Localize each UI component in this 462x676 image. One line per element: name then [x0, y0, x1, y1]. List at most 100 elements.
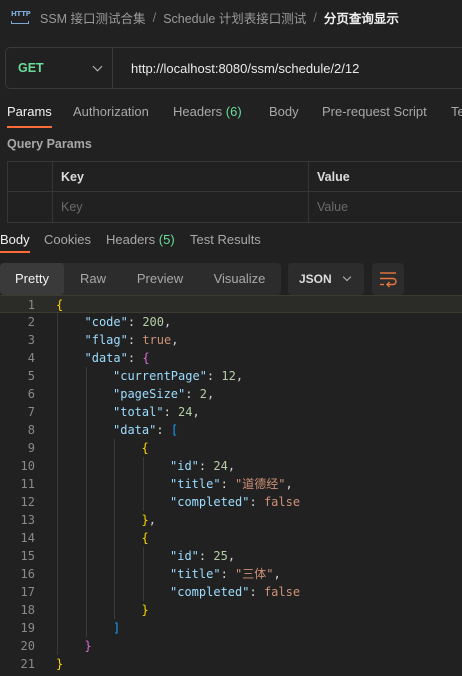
code-text: } — [56, 657, 64, 671]
query-params-table: Key Value Key Value — [7, 161, 462, 223]
code-line: 1{ — [0, 295, 462, 313]
line-number: 18 — [20, 603, 35, 617]
query-params-heading: Query Params — [7, 137, 92, 151]
code-line: 8 "data": [ — [0, 421, 462, 439]
code-line: 17 "completed": false — [0, 583, 462, 601]
line-number: 16 — [20, 567, 35, 581]
line-number: 4 — [27, 351, 35, 365]
request-tabs: Params Authorization Headers (6) Body Pr… — [0, 96, 462, 128]
code-text: "data": [ — [113, 423, 179, 437]
view-preview-button[interactable]: Preview — [122, 263, 198, 295]
code-line: 21} — [0, 655, 462, 673]
code-text: "flag": true, — [84, 333, 179, 347]
table-row: Key Value — [7, 192, 462, 223]
code-text: "title": "道德经", — [170, 477, 293, 491]
response-toolbar: Pretty Raw Preview Visualize JSON — [0, 263, 462, 295]
format-label: JSON — [299, 272, 332, 286]
line-number: 19 — [20, 621, 35, 635]
code-text: "data": { — [84, 351, 150, 365]
breadcrumb: HTTP SSM 接口测试合集 / Schedule 计划表接口测试 / 分页查… — [0, 0, 462, 34]
column-header-value: Value — [317, 170, 350, 184]
code-line: 9{ — [0, 439, 462, 457]
line-number: 1 — [27, 298, 35, 312]
code-text: "total": 24, — [113, 405, 200, 419]
tab-response-headers[interactable]: Headers (5) — [106, 229, 175, 253]
chevron-down-icon — [92, 61, 103, 71]
line-number: 15 — [20, 549, 35, 563]
code-line: 12 "completed": false — [0, 493, 462, 511]
view-visualize-button[interactable]: Visualize — [198, 263, 281, 295]
tab-authorization[interactable]: Authorization — [73, 96, 149, 128]
method-select[interactable]: GET — [6, 48, 113, 88]
code-text: "completed": false — [170, 585, 301, 599]
line-number: 21 — [20, 657, 35, 671]
format-select[interactable]: JSON — [288, 263, 364, 295]
view-raw-button[interactable]: Raw — [64, 263, 122, 295]
code-text: "title": "三体", — [170, 567, 281, 581]
http-icon: HTTP — [11, 10, 31, 24]
code-line: 5 "currentPage": 12, — [0, 367, 462, 385]
breadcrumb-collection[interactable]: SSM 接口测试合集 — [40, 8, 146, 27]
response-body-viewer[interactable]: 1{2 "code": 200, 3 "flag": true, 4 "data": {5… — [0, 295, 462, 676]
view-mode-segmented: Pretty Raw Preview Visualize — [0, 263, 281, 295]
code-text: { — [141, 441, 149, 455]
view-pretty-button[interactable]: Pretty — [0, 263, 64, 295]
line-number: 13 — [20, 513, 35, 527]
line-number: 11 — [20, 477, 35, 491]
tab-headers[interactable]: Headers (6) — [173, 96, 242, 128]
code-line: 10 "id": 24, — [0, 457, 462, 475]
line-number: 7 — [27, 405, 35, 419]
code-line: 2 "code": 200, — [0, 313, 462, 331]
tab-cookies[interactable]: Cookies — [44, 229, 91, 253]
code-text: } — [84, 639, 92, 653]
line-number: 10 — [20, 459, 35, 473]
breadcrumb-request-name[interactable]: 分页查询显示 — [324, 8, 399, 27]
code-text: "id": 25, — [170, 549, 236, 563]
line-number: 9 — [27, 441, 35, 455]
breadcrumb-folder[interactable]: Schedule 计划表接口测试 — [163, 8, 306, 27]
param-value-input[interactable]: Value — [309, 192, 348, 222]
line-number: 6 — [27, 387, 35, 401]
request-url-bar: GET http://localhost:8080/ssm/schedule/2… — [5, 47, 462, 89]
line-number: 17 — [20, 585, 35, 599]
code-text: ] — [113, 621, 121, 635]
code-line: 14 { — [0, 529, 462, 547]
line-number: 3 — [27, 333, 35, 347]
param-key-input[interactable]: Key — [53, 192, 309, 222]
tab-body[interactable]: Body — [269, 96, 299, 128]
code-text: } — [141, 603, 149, 617]
code-text: "currentPage": 12, — [113, 369, 244, 383]
tab-params[interactable]: Params — [7, 96, 52, 128]
code-line: 16 "title": "三体", — [0, 565, 462, 583]
code-line: 13}, — [0, 511, 462, 529]
tab-tests[interactable]: Te — [451, 96, 462, 128]
code-text: { — [56, 298, 64, 312]
wrap-lines-icon — [380, 272, 397, 288]
code-line: 4 "data": { — [0, 349, 462, 367]
code-text: "code": 200, — [84, 315, 172, 329]
code-text: }, — [141, 513, 156, 527]
code-text: { — [141, 531, 149, 545]
url-input[interactable]: http://localhost:8080/ssm/schedule/2/12 — [113, 61, 359, 76]
breadcrumb-separator: / — [152, 9, 157, 25]
line-number: 20 — [20, 639, 35, 653]
line-number: 8 — [27, 423, 35, 437]
code-line: 18} — [0, 601, 462, 619]
tab-pre-request-script[interactable]: Pre-request Script — [322, 96, 427, 128]
code-line: 6 "pageSize": 2, — [0, 385, 462, 403]
method-label: GET — [18, 61, 44, 75]
table-header-row: Key Value — [7, 161, 462, 192]
line-number: 14 — [20, 531, 35, 545]
code-line: 15 "id": 25, — [0, 547, 462, 565]
code-text: "pageSize": 2, — [113, 387, 215, 401]
wrap-lines-button[interactable] — [372, 263, 404, 295]
code-line: 19] — [0, 619, 462, 637]
tab-response-body[interactable]: Body — [0, 229, 30, 253]
tab-test-results[interactable]: Test Results — [190, 229, 261, 253]
code-line: 11 "title": "道德经", — [0, 475, 462, 493]
code-text: "completed": false — [170, 495, 301, 509]
code-line: 3 "flag": true, — [0, 331, 462, 349]
chevron-down-icon — [342, 272, 352, 282]
row-checkbox-cell — [8, 192, 53, 222]
line-number: 12 — [20, 495, 35, 509]
